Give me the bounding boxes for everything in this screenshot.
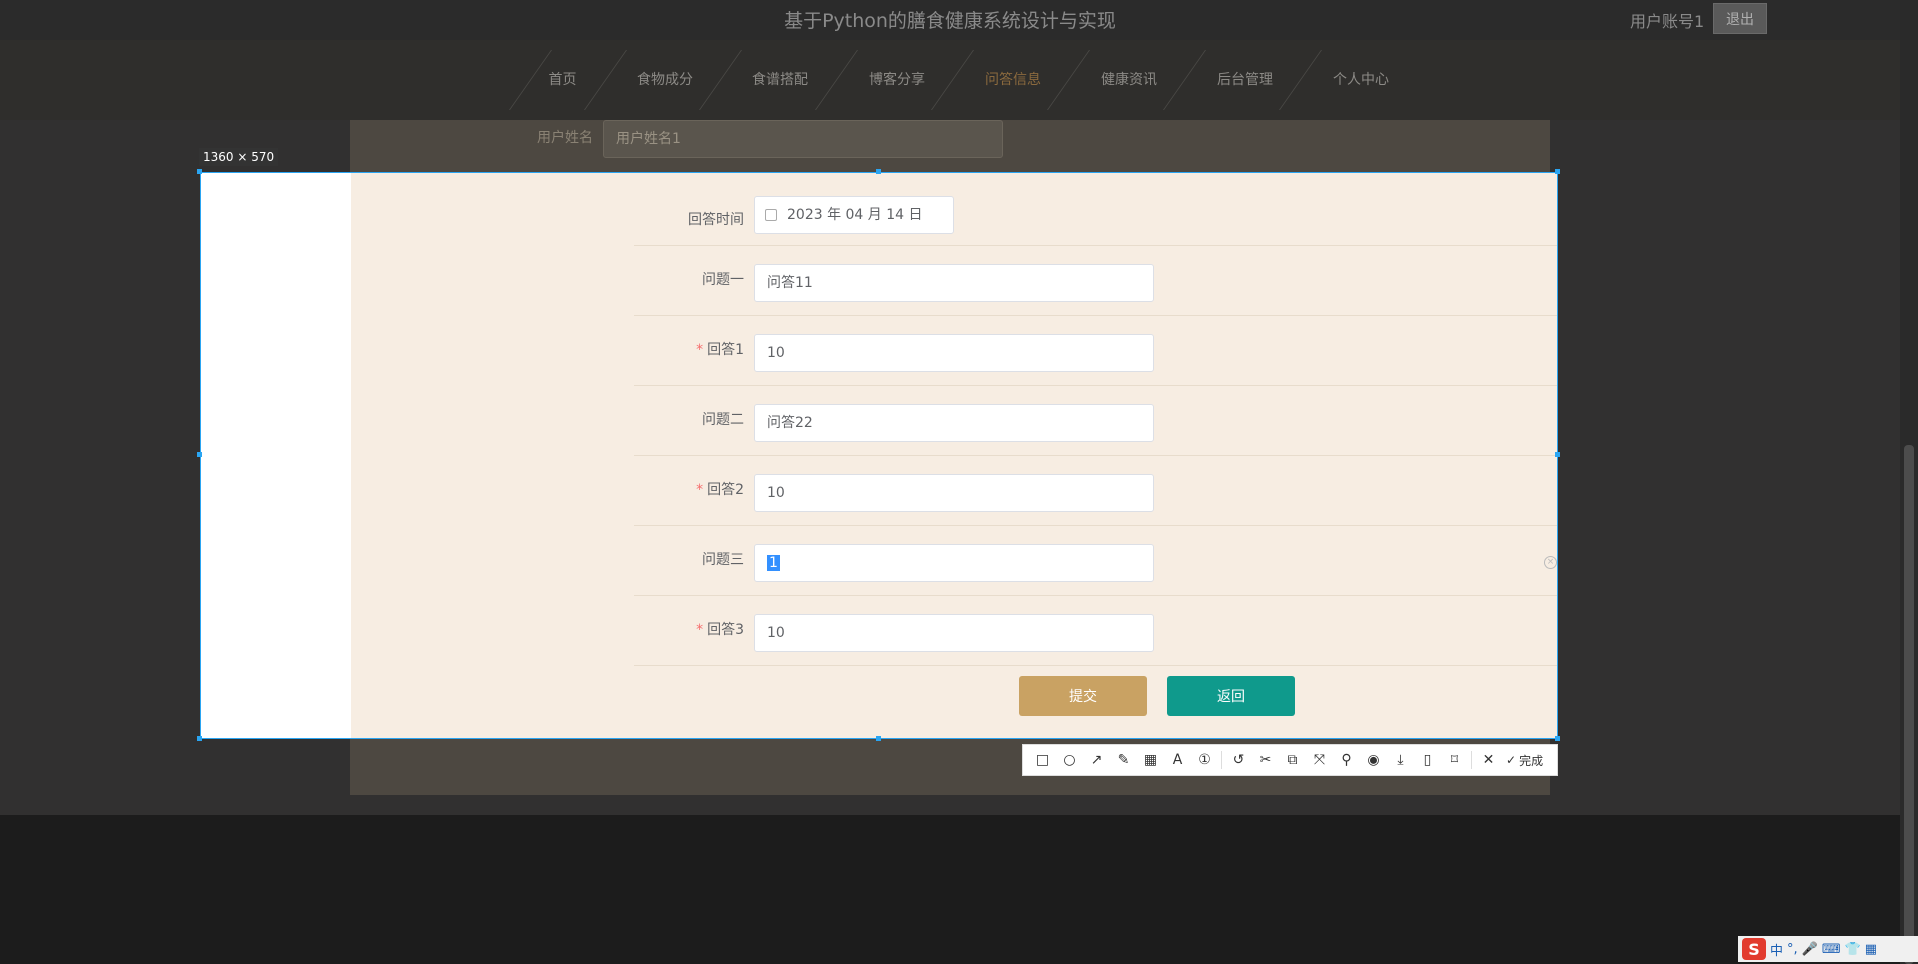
answer-1-label-text: 回答1 xyxy=(707,342,744,358)
pencil-icon[interactable]: ✎ xyxy=(1110,747,1137,774)
record-icon[interactable]: ◉ xyxy=(1360,747,1387,774)
circle-icon[interactable]: ○ xyxy=(1056,747,1083,774)
submit-button[interactable]: 提交 xyxy=(1019,676,1147,716)
microphone-icon[interactable]: 🎤 xyxy=(1802,942,1818,957)
question-1-input[interactable]: 问答11 xyxy=(754,264,1154,302)
question-3-selected-text: 1 xyxy=(767,555,780,571)
done-button[interactable]: ✓ 完成 xyxy=(1506,752,1543,769)
done-label: 完成 xyxy=(1519,753,1544,768)
question-2-label: 问题二 xyxy=(702,412,744,428)
nav-item-blog[interactable]: 博客分享 xyxy=(862,40,932,120)
ime-logo-icon[interactable]: S xyxy=(1742,938,1766,960)
nav-item-profile[interactable]: 个人中心 xyxy=(1326,40,1396,120)
username-input[interactable]: 用户姓名1 xyxy=(603,120,1003,158)
resize-handle-bottom[interactable] xyxy=(876,736,881,741)
resize-handle-top-right[interactable] xyxy=(1555,169,1560,174)
answer-1-input[interactable]: 10 xyxy=(754,334,1154,372)
question-2-input[interactable]: 问答22 xyxy=(754,404,1154,442)
question-3-label: 问题三 xyxy=(702,552,744,568)
arrow-icon[interactable]: ↗ xyxy=(1083,747,1110,774)
number-icon[interactable]: ① xyxy=(1191,747,1218,774)
grid-menu-icon[interactable]: ▦ xyxy=(1865,942,1877,957)
page-scrollbar[interactable] xyxy=(1900,0,1918,964)
answer-time-label: 回答时间 xyxy=(688,212,744,228)
resize-handle-right[interactable] xyxy=(1555,452,1560,457)
footer-area xyxy=(0,815,1900,964)
answer-time-value: 2023 年 04 月 14 日 xyxy=(787,207,923,223)
answer-time-input[interactable]: 2023 年 04 月 14 日 xyxy=(754,196,954,234)
main-nav: 首页 食物成分 食谱搭配 博客分享 问答信息 健康资讯 后台管理 个人中心 xyxy=(0,40,1900,120)
answer-3-input[interactable]: 10 xyxy=(754,614,1154,652)
undo-icon[interactable]: ↺ xyxy=(1225,747,1252,774)
bookmark-icon[interactable]: ⌑ xyxy=(1441,747,1468,774)
answer-2-input[interactable]: 10 xyxy=(754,474,1154,512)
nav-item-health-news[interactable]: 健康资讯 xyxy=(1094,40,1164,120)
translate-icon[interactable]: ⧉ xyxy=(1279,747,1306,774)
phone-icon[interactable]: ▯ xyxy=(1414,747,1441,774)
nav-item-home[interactable]: 首页 xyxy=(535,40,590,120)
answer-2-label: * 回答2 xyxy=(634,479,744,499)
answer-2-label-text: 回答2 xyxy=(707,482,744,498)
punctuation-icon[interactable]: °, xyxy=(1787,942,1798,957)
clear-icon[interactable]: × xyxy=(1544,556,1557,569)
resize-handle-left[interactable] xyxy=(197,452,202,457)
close-icon[interactable]: ✕ xyxy=(1475,747,1502,774)
check-icon: ✓ xyxy=(1506,753,1517,767)
site-title: 基于Python的膳食健康系统设计与实现 xyxy=(784,10,1116,32)
top-bar: 基于Python的膳食健康系统设计与实现 用户账号1 退出 xyxy=(0,0,1900,40)
form-row-question-2: 问题二 问答22 xyxy=(634,386,1557,456)
nav-item-admin[interactable]: 后台管理 xyxy=(1210,40,1280,120)
capture-size-label: 1360 × 570 xyxy=(199,148,279,166)
text-icon[interactable]: A xyxy=(1164,747,1191,774)
form-panel: 回答时间 2023 年 04 月 14 日 问题一 问答11 * 回答1 10 问… xyxy=(351,173,1557,738)
capture-region[interactable]: 回答时间 2023 年 04 月 14 日 问题一 问答11 * 回答1 10 问… xyxy=(200,172,1558,739)
toolbar-divider xyxy=(1471,751,1472,769)
mosaic-icon[interactable]: ▦ xyxy=(1137,747,1164,774)
back-button[interactable]: 返回 xyxy=(1167,676,1295,716)
nav-item-recipes[interactable]: 食谱搭配 xyxy=(745,40,815,120)
required-mark: * xyxy=(696,342,704,358)
skin-icon[interactable]: 👕 xyxy=(1845,942,1861,957)
ime-mode[interactable]: 中 xyxy=(1770,940,1783,959)
username-label: 用户姓名 xyxy=(537,130,593,146)
resize-handle-top[interactable] xyxy=(876,169,881,174)
logout-button[interactable]: 退出 xyxy=(1713,3,1767,34)
calendar-icon xyxy=(765,209,777,221)
form-row-question-1: 问题一 问答11 xyxy=(634,246,1557,316)
resize-handle-top-left[interactable] xyxy=(197,169,202,174)
rectangle-icon[interactable]: □ xyxy=(1029,747,1056,774)
answer-1-label: * 回答1 xyxy=(634,339,744,359)
required-mark: * xyxy=(696,482,704,498)
keyboard-icon[interactable]: ⌨ xyxy=(1822,942,1841,957)
form-row-answer-time: 回答时间 2023 年 04 月 14 日 xyxy=(634,173,1557,246)
ime-tray: S 中 °, 🎤 ⌨ 👕 ▦ xyxy=(1738,936,1918,962)
nav-item-qa[interactable]: 问答信息 xyxy=(978,40,1048,120)
user-name[interactable]: 用户账号1 xyxy=(1630,8,1704,32)
resize-handle-bottom-right[interactable] xyxy=(1555,736,1560,741)
resize-handle-bottom-left[interactable] xyxy=(197,736,202,741)
screenshot-toolbar: □ ○ ↗ ✎ ▦ A ① ↺ ✂ ⧉ ⤧ ⚲ ◉ ⤓ ▯ ⌑ ✕ ✓ 完成 xyxy=(1022,744,1558,776)
question-3-input[interactable]: 1 xyxy=(754,544,1154,582)
download-icon[interactable]: ⤓ xyxy=(1387,747,1414,774)
nav-item-food-ingredients[interactable]: 食物成分 xyxy=(630,40,700,120)
form-row-answer-2: * 回答2 10 xyxy=(634,456,1557,526)
form-row-question-3: 问题三 1 × xyxy=(634,526,1557,596)
expand-icon[interactable]: ⤧ xyxy=(1306,747,1333,774)
form-row-answer-1: * 回答1 10 xyxy=(634,316,1557,386)
answer-3-label-text: 回答3 xyxy=(707,622,744,638)
pin-icon[interactable]: ⚲ xyxy=(1333,747,1360,774)
scissors-icon[interactable]: ✂ xyxy=(1252,747,1279,774)
form-row-answer-3: * 回答3 10 xyxy=(634,596,1557,666)
scrollbar-thumb[interactable] xyxy=(1904,445,1914,964)
toolbar-divider xyxy=(1221,751,1222,769)
answer-3-label: * 回答3 xyxy=(634,619,744,639)
required-mark: * xyxy=(696,622,704,638)
question-1-label: 问题一 xyxy=(702,272,744,288)
